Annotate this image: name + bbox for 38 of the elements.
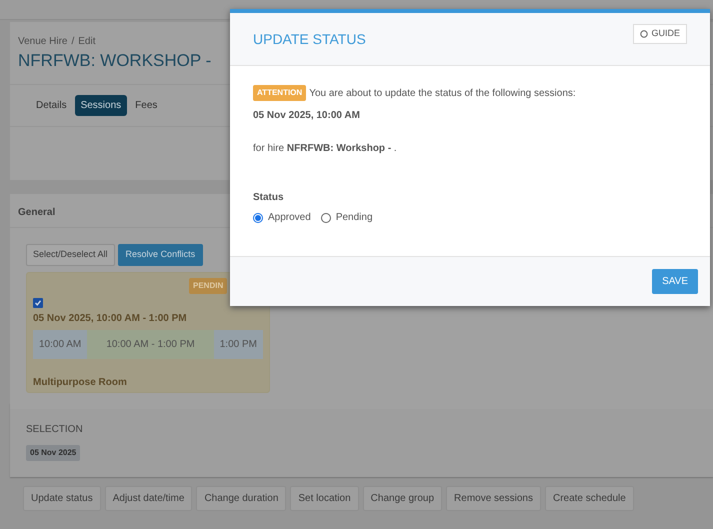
circle-icon	[640, 30, 648, 38]
action-button[interactable]: Update status	[23, 486, 101, 511]
radio-button[interactable]	[320, 212, 331, 222]
guide-button[interactable]: GUIDE	[633, 24, 687, 44]
action-button[interactable]: Change group	[362, 486, 442, 511]
session-datetime: 05 Nov 2025, 10:00 AM - 1:00 PM	[33, 312, 188, 326]
breadcrumb-link[interactable]: Venue Hire	[18, 34, 68, 49]
session-location: Multipurpose Room	[33, 376, 128, 390]
save-button[interactable]: SAVE	[652, 269, 698, 294]
tab[interactable]: Details	[32, 95, 71, 116]
radio-button[interactable]	[253, 212, 263, 222]
action-button[interactable]: Remove sessions	[446, 486, 541, 511]
status-label: Status	[253, 191, 285, 205]
modal-title: UPDATE STATUS	[253, 30, 366, 48]
radio-label: Approved	[268, 211, 311, 225]
action-button[interactable]: Create schedule	[544, 486, 634, 511]
resolve-button[interactable]: Resolve Conflicts	[118, 244, 204, 266]
timeline-endpoint: 1:00 PM	[214, 330, 263, 358]
radio-label: Pending	[336, 211, 373, 225]
timeline-endpoint: 10:00 AM	[33, 330, 88, 358]
session-checkbox[interactable]	[33, 298, 43, 308]
session-datetime: 05 Nov 2025, 10:00 AM	[253, 109, 361, 123]
tab[interactable]: Fees	[131, 95, 162, 116]
timeline-duration: 10:00 AM - 1:00 PM	[87, 330, 214, 358]
action-button[interactable]: Set location	[290, 486, 359, 511]
attention-badge: ATTENTION	[253, 85, 306, 101]
date-tag: 05 Nov 2025	[26, 445, 80, 461]
breadcrumb-separator: /	[71, 35, 74, 49]
action-button[interactable]: Adjust date/time	[104, 486, 192, 511]
hire-text: for hire NFRFWB: Workshop - .	[253, 142, 398, 156]
action-button[interactable]: Change duration	[196, 486, 286, 511]
breadcrumb-item: Edit	[78, 35, 96, 49]
status-badge: PENDIN	[189, 278, 228, 294]
tab[interactable]: Sessions	[74, 95, 128, 116]
modal-message: You are about to update the status of the following sessions:	[309, 86, 576, 100]
page-title: NFRFWB: WORKSHOP -	[18, 50, 212, 72]
select-all-button[interactable]: Select/Deselect All	[26, 244, 115, 266]
section-heading: SELECTION	[26, 423, 84, 437]
